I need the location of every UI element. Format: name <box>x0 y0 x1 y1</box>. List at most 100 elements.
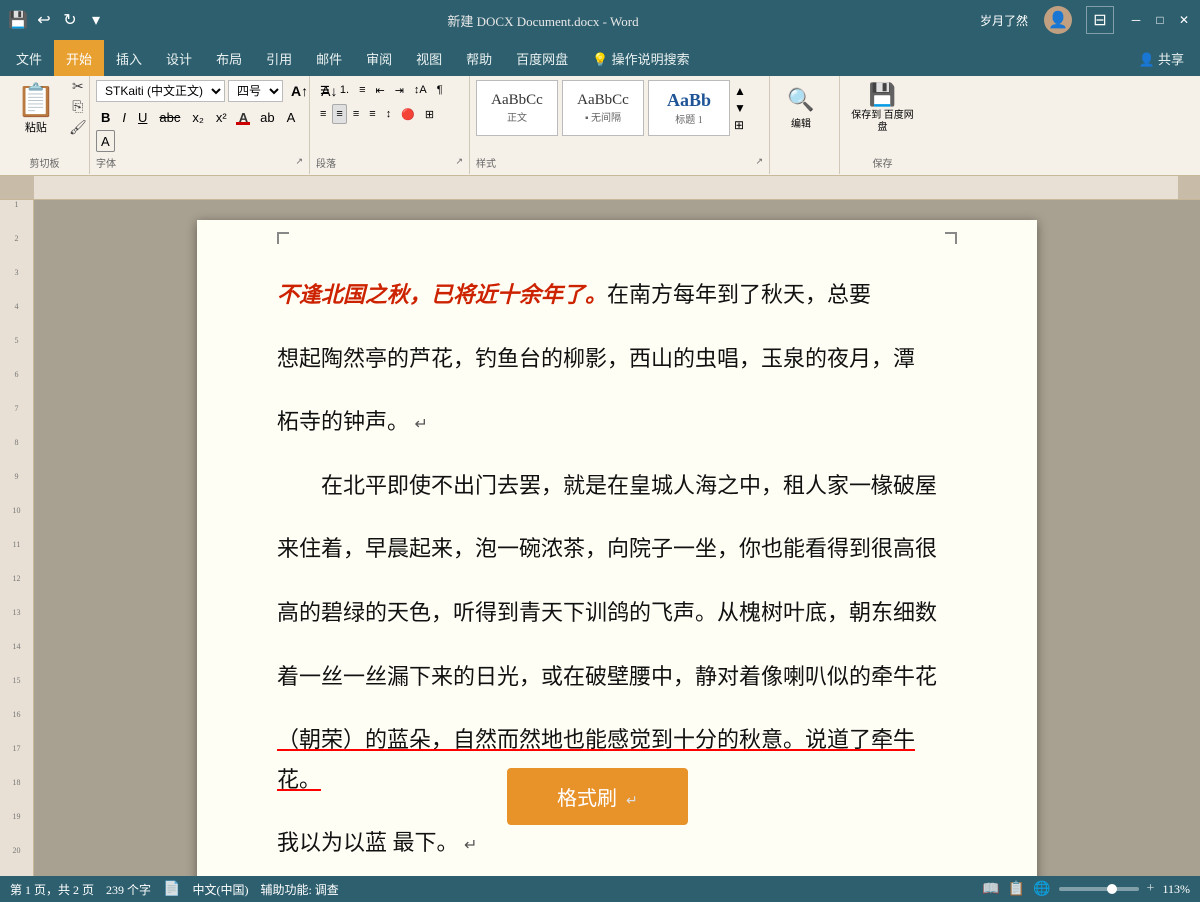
align-right-button[interactable]: ≡ <box>349 104 363 124</box>
read-mode-icon[interactable]: 📖 <box>982 881 999 898</box>
paragraph-3[interactable]: 柘寺的钟声。 ↵ <box>277 402 957 442</box>
highlight-button[interactable]: ab <box>255 106 279 128</box>
line-spacing-button[interactable]: ↕ <box>382 104 396 124</box>
share-button[interactable]: 👤 共享 <box>1127 40 1196 76</box>
main-layout: 1234567891011121314151617181920 不逢北国之秋，已… <box>0 200 1200 876</box>
close-button[interactable]: ✕ <box>1176 12 1192 28</box>
redo-icon[interactable]: ↻ <box>60 10 80 30</box>
superscript-button[interactable]: x² <box>211 106 232 128</box>
menu-baidu[interactable]: 百度网盘 <box>504 40 580 76</box>
shading-button[interactable]: 🔴 <box>397 104 419 124</box>
paragraph-5[interactable]: 来住着，早晨起来，泡一碗浓茶，向院子一坐，你也能看得到很高很 <box>277 529 957 569</box>
para-label: 段落 <box>316 153 336 170</box>
paragraph-1[interactable]: 不逢北国之秋，已将近十余年了。在南方每年到了秋天，总要 <box>277 275 957 315</box>
restore-button[interactable]: □ <box>1152 12 1168 28</box>
paragraph-6[interactable]: 高的碧绿的天色，听得到青天下训鸽的飞声。从槐树叶底，朝东细数 <box>277 593 957 633</box>
bullets-button[interactable]: ☰ <box>316 80 334 100</box>
sort-button[interactable]: ↕A <box>410 80 431 100</box>
align-left-button[interactable]: ≡ <box>316 104 330 124</box>
underline-button[interactable]: U <box>133 106 152 128</box>
ribbon-display-options[interactable]: ⊟ <box>1086 6 1114 34</box>
more-quickaccess-icon[interactable]: ▾ <box>86 10 106 30</box>
menu-view[interactable]: 视图 <box>404 40 454 76</box>
font-expand-icon[interactable]: ↗ <box>295 156 303 167</box>
menu-insert[interactable]: 插入 <box>104 40 154 76</box>
status-left: 第 1 页，共 2 页 239 个字 📄 中文(中国) 辅助功能: 调查 <box>10 881 339 898</box>
char-shading-button[interactable]: A <box>282 106 301 128</box>
styles-scroll-up[interactable]: ▲ <box>734 84 746 99</box>
styles-expand-icon[interactable]: ↗ <box>755 156 763 167</box>
save-button[interactable]: 💾 保存到 百度网盘 <box>849 80 917 136</box>
style-nospace-label: ▪ 无间隔 <box>585 109 621 124</box>
word-count-icon[interactable]: 📄 <box>163 881 180 898</box>
font-size-select[interactable]: 四号 三号 小四 <box>228 80 283 102</box>
style-h1[interactable]: AaBb 标题 1 <box>648 80 730 136</box>
para3-pilcrow: ↵ <box>415 416 428 433</box>
numbering-button[interactable]: 1. <box>336 80 353 100</box>
zoom-thumb[interactable] <box>1107 884 1117 894</box>
subscript-button[interactable]: x₂ <box>187 106 209 128</box>
zoom-slider[interactable] <box>1059 887 1139 891</box>
strikethrough-button[interactable]: abc <box>154 106 185 128</box>
editing-content: 🔍 编辑 <box>776 80 833 170</box>
menu-layout[interactable]: 布局 <box>204 40 254 76</box>
styles-expand[interactable]: ⊞ <box>734 118 746 133</box>
paragraph-7[interactable]: 着一丝一丝漏下来的日光，或在破壁腰中，静对着像喇叭似的牵牛花 <box>277 657 957 697</box>
styles-scroll-down[interactable]: ▼ <box>734 101 746 116</box>
format-painter-tooltip[interactable]: 格式刷 ↵ <box>507 768 688 825</box>
menu-help[interactable]: 帮助 <box>454 40 504 76</box>
paragraph-2[interactable]: 想起陶然亭的芦花，钓鱼台的柳影，西山的虫唱，玉泉的夜月，潭 <box>277 339 957 379</box>
ruler: // Will be rendered via JS <box>0 176 1200 200</box>
document-area[interactable]: 不逢北国之秋，已将近十余年了。在南方每年到了秋天，总要 想起陶然亭的芦花，钓鱼台… <box>34 200 1200 876</box>
style-normal[interactable]: AaBbCc 正文 <box>476 80 558 136</box>
copy-button[interactable]: ⎘ <box>68 100 88 116</box>
language: 中文(中国) <box>192 881 248 898</box>
show-marks-button[interactable]: ¶ <box>433 80 447 100</box>
paragraph-4[interactable]: 在北平即使不出门去罢，就是在皇城人海之中，租人家一椽破屋 <box>277 466 957 506</box>
menu-file[interactable]: 文件 <box>4 40 54 76</box>
multilevel-button[interactable]: ≡ <box>355 80 369 100</box>
undo-icon[interactable]: ↩ <box>34 10 54 30</box>
format-painter-label: 格式刷 <box>557 788 617 810</box>
save-section: 💾 保存到 百度网盘 保存 <box>840 76 925 174</box>
edit-button[interactable]: 🔍 编辑 <box>776 80 826 136</box>
print-layout-icon[interactable]: 📋 <box>1008 881 1025 898</box>
ruler-scale[interactable]: // Will be rendered via JS <box>34 176 1178 199</box>
style-nospace[interactable]: AaBbCc ▪ 无间隔 <box>562 80 644 136</box>
para9-start: 我以为以蓝 <box>277 830 387 855</box>
border-button[interactable]: ⊞ <box>421 104 438 124</box>
increase-indent-button[interactable]: ⇥ <box>391 80 408 100</box>
font-name-select[interactable]: STKaiti (中文正文) <box>96 80 225 102</box>
minimize-button[interactable]: ─ <box>1128 12 1144 28</box>
menu-references[interactable]: 引用 <box>254 40 304 76</box>
para-expand-icon[interactable]: ↗ <box>455 156 463 167</box>
menu-design[interactable]: 设计 <box>154 40 204 76</box>
char-border-button[interactable]: A <box>96 130 115 152</box>
decrease-indent-button[interactable]: ⇤ <box>371 80 388 100</box>
menu-mailings[interactable]: 邮件 <box>304 40 354 76</box>
justify-button[interactable]: ≡ <box>365 104 379 124</box>
ribbon-sections: 📋 粘贴 ✂ ⎘ 🖌 剪切板 STKaiti (中文正文) <box>0 76 1200 174</box>
save-icon: 💾 <box>869 82 896 108</box>
font-color-button[interactable]: A <box>234 106 253 128</box>
format-paint-button[interactable]: 🖌 <box>68 120 88 137</box>
menu-home[interactable]: 开始 <box>54 40 104 76</box>
save-quickaccess-icon[interactable]: 💾 <box>8 10 28 30</box>
font-label: 字体 <box>96 153 116 170</box>
bold-button[interactable]: B <box>96 106 115 128</box>
paragraph-9[interactable]: 我以为以蓝 最下。 ↵ <box>277 823 957 863</box>
paste-button[interactable]: 📋 粘贴 <box>6 80 66 136</box>
zoom-in-icon[interactable]: + <box>1147 881 1155 897</box>
menu-review[interactable]: 审阅 <box>354 40 404 76</box>
align-center-button[interactable]: ≡ <box>332 104 346 124</box>
user-name: 岁月了然 <box>980 12 1028 29</box>
status-right: 📖 📋 🌐 + 113% <box>982 881 1190 898</box>
paragraph-content: ☰ 1. ≡ ⇤ ⇥ ↕A ¶ ≡ ≡ ≡ ≡ ↕ 🔴 ⊞ <box>316 80 463 153</box>
clipboard-content: 📋 粘贴 ✂ ⎘ 🖌 <box>6 80 83 153</box>
cut-button[interactable]: ✂ <box>68 79 88 96</box>
web-layout-icon[interactable]: 🌐 <box>1033 881 1050 898</box>
italic-button[interactable]: I <box>117 106 131 128</box>
menu-search[interactable]: 💡 操作说明搜索 <box>580 40 701 76</box>
style-nospace-preview: AaBbCc <box>577 92 629 109</box>
accessibility[interactable]: 辅助功能: 调查 <box>260 881 338 898</box>
